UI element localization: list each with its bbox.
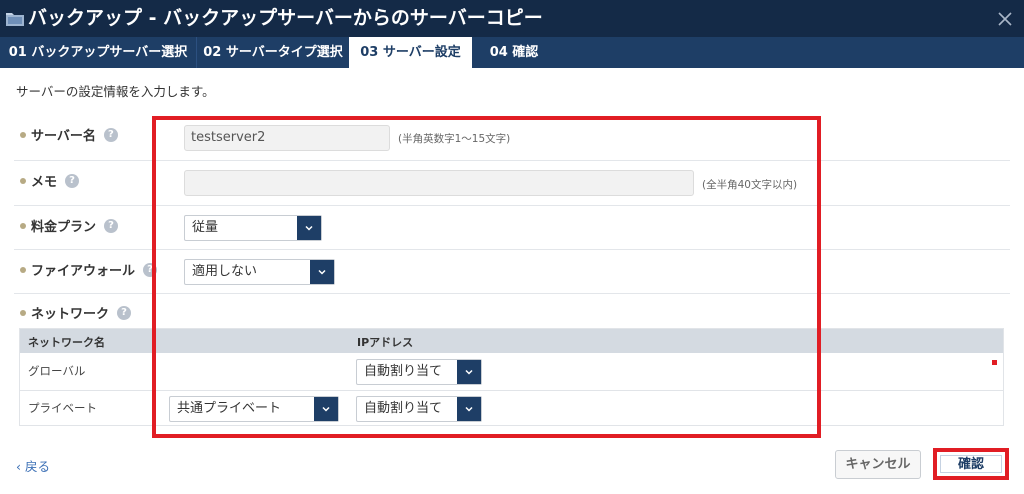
network-table: ネットワーク名 IPアドレス グローバル 自動割り当て プライベート 共通プライ… <box>19 328 1004 426</box>
help-icon[interactable]: ? <box>143 262 158 277</box>
help-icon[interactable]: ? <box>104 218 119 233</box>
global-ip-select-value: 自動割り当て <box>364 364 443 379</box>
firewall-select-value: 適用しない <box>192 264 258 279</box>
firewall-select[interactable]: 適用しない <box>184 259 335 285</box>
title-bar: バックアップ - バックアップサーバーからのサーバーコピー <box>0 0 1024 37</box>
tab-server-settings[interactable]: 03 サーバー設定 <box>349 37 472 68</box>
bullet-icon <box>20 177 26 184</box>
column-header-network-name: ネットワーク名 <box>28 336 105 349</box>
confirm-button-label: 確認 <box>940 455 1002 473</box>
table-row-divider <box>20 390 1003 391</box>
divider <box>14 160 1010 161</box>
back-link[interactable]: ‹ 戻る <box>16 456 50 475</box>
network-name-private: プライベート <box>28 401 97 415</box>
server-name-input[interactable]: testserver2 <box>184 125 390 151</box>
plan-select-value: 従量 <box>192 220 219 235</box>
private-ip-select[interactable]: 自動割り当て <box>356 396 482 422</box>
cancel-button[interactable]: キャンセル <box>835 450 921 479</box>
chevron-left-icon: ‹ <box>16 459 25 474</box>
bullet-icon <box>20 222 26 229</box>
chevron-down-icon <box>297 216 321 240</box>
divider <box>14 249 1010 250</box>
close-button[interactable] <box>986 0 1024 37</box>
tab-server-type-select[interactable]: 02 サーバータイプ選択 <box>196 37 349 68</box>
private-network-select[interactable]: 共通プライベート <box>169 396 339 422</box>
plan-label: 料金プラン ? <box>20 216 119 235</box>
chevron-down-icon <box>457 360 481 384</box>
divider <box>14 293 1010 294</box>
wizard-tabs: 01 バックアップサーバー選択 02 サーバータイプ選択 03 サーバー設定 0… <box>0 37 1024 68</box>
bullet-icon <box>20 266 26 273</box>
window-title: バックアップ - バックアップサーバーからのサーバーコピー <box>28 7 543 29</box>
memo-input[interactable] <box>184 170 694 196</box>
server-name-label: サーバー名 ? <box>20 125 118 144</box>
column-header-ip-address: IPアドレス <box>357 336 414 349</box>
bullet-icon <box>20 131 26 138</box>
private-network-select-value: 共通プライベート <box>177 401 282 416</box>
firewall-label: ファイアウォール ? <box>20 260 158 279</box>
network-label: ネットワーク ? <box>20 303 132 322</box>
plan-select[interactable]: 従量 <box>184 215 322 241</box>
intro-text: サーバーの設定情報を入力します。 <box>16 84 215 99</box>
help-icon[interactable]: ? <box>65 173 80 188</box>
help-icon[interactable]: ? <box>117 305 132 320</box>
network-table-header: ネットワーク名 IPアドレス <box>20 329 1003 353</box>
folder-icon <box>5 10 25 28</box>
memo-hint: (全半角40文字以内) <box>702 179 798 191</box>
chevron-down-icon <box>314 397 338 421</box>
tab-confirm[interactable]: 04 確認 <box>472 37 556 68</box>
tab-backup-server-select[interactable]: 01 バックアップサーバー選択 <box>0 37 196 68</box>
divider <box>14 205 1010 206</box>
marker-dot <box>992 360 997 365</box>
memo-label: メモ ? <box>20 171 80 190</box>
chevron-down-icon <box>457 397 481 421</box>
confirm-button[interactable]: 確認 <box>933 448 1009 480</box>
network-name-global: グローバル <box>28 364 86 378</box>
chevron-down-icon <box>310 260 334 284</box>
server-name-hint: (半角英数字1～15文字) <box>398 133 511 145</box>
bullet-icon <box>20 309 26 316</box>
tabs-filler <box>556 37 1024 68</box>
help-icon[interactable]: ? <box>103 127 118 142</box>
close-icon <box>998 11 1012 26</box>
private-ip-select-value: 自動割り当て <box>364 401 443 416</box>
global-ip-select[interactable]: 自動割り当て <box>356 359 482 385</box>
